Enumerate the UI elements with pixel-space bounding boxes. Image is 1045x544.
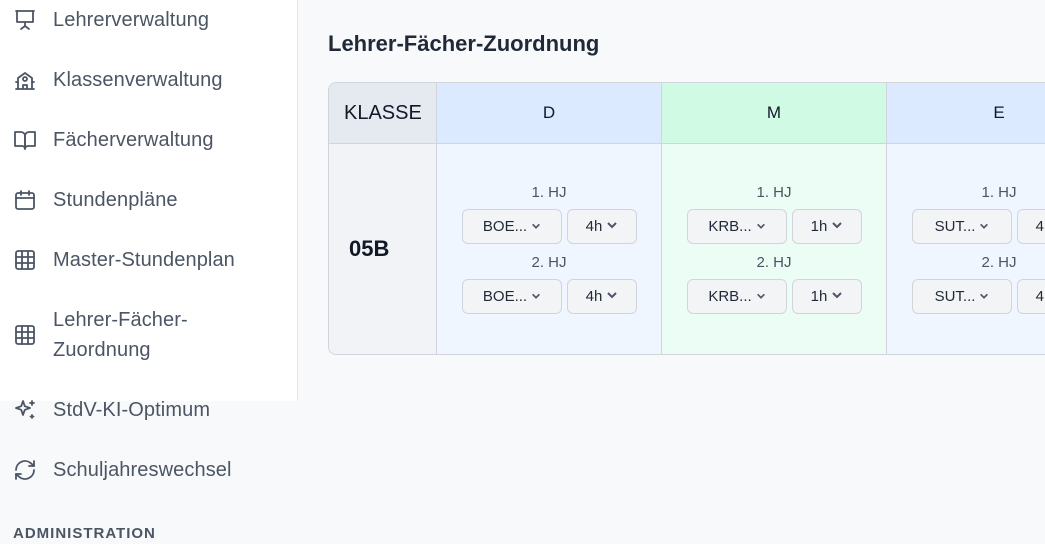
- hours-select[interactable]: 4h: [1017, 279, 1045, 314]
- subject-header: M: [662, 83, 886, 144]
- hours-select-value: 4h: [1035, 218, 1045, 235]
- half-year-label: 1. HJ: [756, 184, 792, 201]
- subject-column-e: E 1. HJ SUT... 4h 2. HJ SUT... 4h: [887, 83, 1045, 354]
- sidebar-item-klassenverwaltung[interactable]: Klassenverwaltung: [0, 65, 298, 95]
- teacher-select-value: SUT...: [934, 218, 976, 235]
- section-title-administration: ADMINISTRATION: [13, 525, 156, 542]
- school-icon: [13, 68, 37, 92]
- teacher-select-value: KRB...: [708, 288, 752, 305]
- refresh-icon: [13, 458, 37, 482]
- book-open-icon: [13, 128, 37, 152]
- hours-select[interactable]: 1h: [792, 209, 862, 244]
- klasse-column: KLASSE 05B: [329, 83, 437, 354]
- assignment-table: KLASSE 05B D 1. HJ BOE... 4h 2. HJ BOE..…: [328, 82, 1045, 355]
- sidebar-item-label: Klassenverwaltung: [53, 69, 223, 91]
- subject-cell: 1. HJ KRB... 1h 2. HJ KRB... 1h: [662, 144, 886, 354]
- sidebar-item-faecherverwaltung[interactable]: Fächerverwaltung: [0, 125, 298, 155]
- half-year-label: 1. HJ: [531, 184, 567, 201]
- half-year-label: 1. HJ: [981, 184, 1017, 201]
- hours-select[interactable]: 4h: [1017, 209, 1045, 244]
- half-year-label: 2. HJ: [981, 254, 1017, 271]
- subject-column-d: D 1. HJ BOE... 4h 2. HJ BOE... 4h: [437, 83, 662, 354]
- sidebar-item-label-line2: Zuordnung: [53, 339, 151, 361]
- subject-header: D: [437, 83, 661, 144]
- subject-cell: 1. HJ SUT... 4h 2. HJ SUT... 4h: [887, 144, 1045, 354]
- chevron-down-icon: [831, 288, 843, 305]
- teacher-select[interactable]: SUT...: [912, 209, 1012, 244]
- hours-select-value: 4h: [585, 218, 603, 235]
- hours-select[interactable]: 4h: [567, 209, 637, 244]
- teacher-select[interactable]: KRB...: [687, 209, 787, 244]
- chevron-down-icon: [606, 288, 618, 305]
- hours-select-value: 4h: [585, 288, 603, 305]
- sidebar-item-label: Stundenpläne: [53, 189, 178, 211]
- chevron-down-icon: [831, 218, 843, 235]
- half-year-label: 2. HJ: [756, 254, 792, 271]
- hours-select[interactable]: 1h: [792, 279, 862, 314]
- class-label: 05B: [349, 236, 390, 261]
- chevron-down-icon: [531, 218, 541, 235]
- sparkles-icon: [13, 398, 37, 422]
- calendar-icon: [13, 188, 37, 212]
- page-title: Lehrer-Fächer-Zuordnung: [328, 31, 600, 56]
- klasse-header: KLASSE: [329, 83, 436, 144]
- chevron-down-icon: [606, 218, 618, 235]
- main-content: Lehrer-Fächer-Zuordnung KLASSE 05B D 1. …: [298, 0, 1045, 544]
- teacher-select[interactable]: BOE...: [462, 209, 562, 244]
- teacher-select-value: BOE...: [482, 288, 528, 305]
- sidebar-item-lehrer-faecher-zuordnung[interactable]: Lehrer-Fächer- Zuordnung: [0, 305, 298, 365]
- sidebar-item-lehrerverwaltung[interactable]: Lehrerverwaltung: [0, 5, 298, 35]
- grid-icon: [13, 323, 37, 347]
- sidebar-item-label: Master-Stundenplan: [53, 249, 235, 271]
- teacher-select-value: SUT...: [934, 288, 976, 305]
- chevron-down-icon: [979, 288, 989, 305]
- sidebar: Lehrerverwaltung Klassenverwaltung Fäche…: [0, 0, 298, 544]
- hours-select-value: 1h: [810, 288, 828, 305]
- chevron-down-icon: [531, 288, 541, 305]
- chevron-down-icon: [756, 288, 766, 305]
- chevron-down-icon: [979, 218, 989, 235]
- hours-select-value: 4h: [1035, 288, 1045, 305]
- subject-header: E: [887, 83, 1045, 144]
- sidebar-item-label: Fächerverwaltung: [53, 129, 214, 151]
- sidebar-item-stdv-ki-optimum[interactable]: StdV-KI-Optimum: [0, 395, 298, 425]
- sidebar-item-master-stundenplan[interactable]: Master-Stundenplan: [0, 245, 298, 275]
- klasse-cell: 05B: [329, 144, 436, 354]
- subject-cell: 1. HJ BOE... 4h 2. HJ BOE... 4h: [437, 144, 661, 354]
- sidebar-item-label: Lehrerverwaltung: [53, 9, 210, 31]
- hours-select[interactable]: 4h: [567, 279, 637, 314]
- half-year-label: 2. HJ: [531, 254, 567, 271]
- sidebar-item-stundenplaene[interactable]: Stundenpläne: [0, 185, 298, 215]
- presentation-icon: [13, 8, 37, 32]
- subject-column-m: M 1. HJ KRB... 1h 2. HJ KRB... 1h: [662, 83, 887, 354]
- grid-icon: [13, 248, 37, 272]
- teacher-select[interactable]: BOE...: [462, 279, 562, 314]
- sidebar-item-schuljahreswechsel[interactable]: Schuljahreswechsel: [0, 455, 298, 485]
- sidebar-item-label-line1: Lehrer-Fächer-: [53, 309, 188, 331]
- teacher-select-value: KRB...: [708, 218, 752, 235]
- sidebar-item-label: Schuljahreswechsel: [53, 459, 232, 481]
- sidebar-item-label: StdV-KI-Optimum: [53, 399, 211, 421]
- teacher-select[interactable]: KRB...: [687, 279, 787, 314]
- chevron-down-icon: [756, 218, 766, 235]
- teacher-select[interactable]: SUT...: [912, 279, 1012, 314]
- teacher-select-value: BOE...: [482, 218, 528, 235]
- hours-select-value: 1h: [810, 218, 828, 235]
